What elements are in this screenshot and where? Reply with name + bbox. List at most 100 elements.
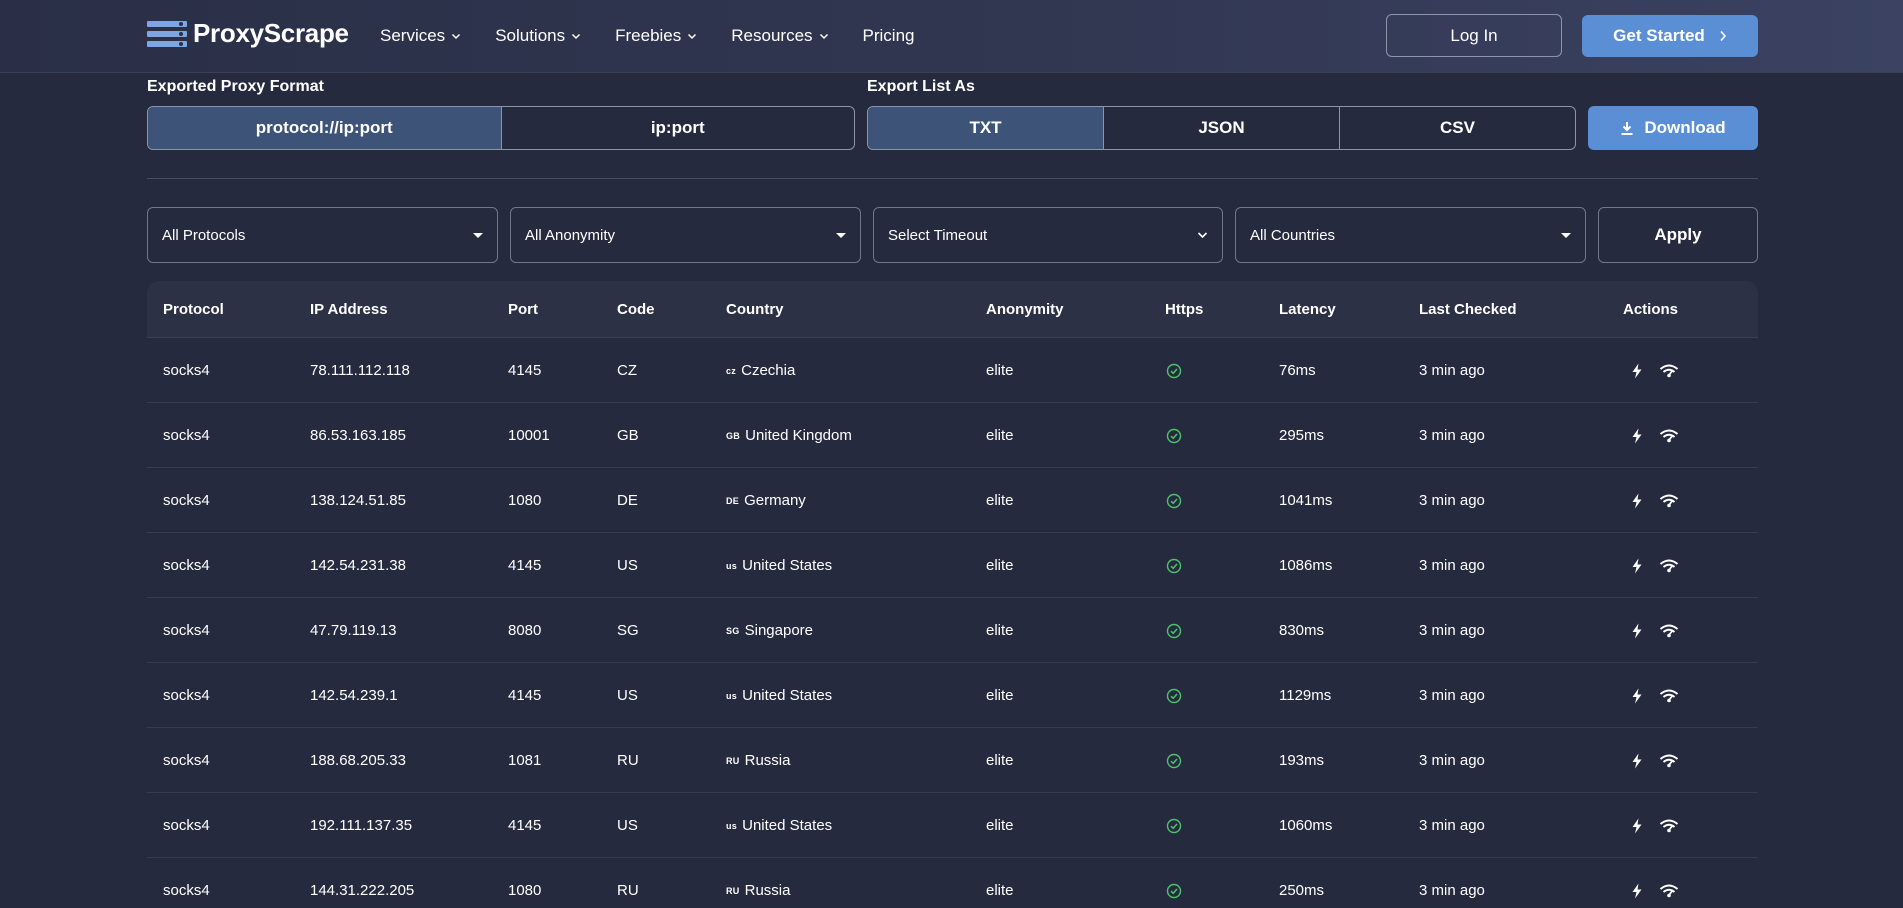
table-row[interactable]: socks4 192.111.137.35 4145 US us United Sta… — [147, 793, 1758, 858]
cell-code: SG — [617, 622, 639, 639]
col-country[interactable]: Country — [726, 281, 784, 338]
cell-protocol: socks4 — [163, 752, 210, 769]
country-name: United States — [742, 557, 833, 574]
table-row[interactable]: socks4 138.124.51.85 1080 DE DE Germany eli… — [147, 468, 1758, 533]
wifi-icon[interactable] — [1659, 689, 1679, 703]
timeout-select[interactable]: Select Timeout — [873, 207, 1223, 263]
cell-https — [1166, 338, 1182, 403]
country-select[interactable]: All Countries — [1235, 207, 1586, 263]
cell-ip: 142.54.239.1 — [310, 687, 398, 704]
apply-button[interactable]: Apply — [1598, 207, 1758, 263]
col-port[interactable]: Port — [508, 281, 538, 338]
flag-code: us — [726, 690, 738, 701]
table-row[interactable]: socks4 144.31.222.205 1080 RU RU Russia eli… — [147, 858, 1758, 908]
wifi-icon[interactable] — [1659, 559, 1679, 573]
format-protocol-ip-port[interactable]: protocol://ip:port — [148, 107, 502, 149]
table-row[interactable]: socks4 142.54.231.38 4145 US us United Stat… — [147, 533, 1758, 598]
col-https[interactable]: Https — [1165, 281, 1203, 338]
bolt-icon[interactable] — [1631, 623, 1643, 639]
cell-last-checked: 3 min ago — [1419, 752, 1485, 769]
cell-latency: 193ms — [1279, 752, 1325, 769]
col-last-checked[interactable]: Last Checked — [1419, 281, 1517, 338]
export-csv-button[interactable]: CSV — [1340, 107, 1575, 149]
protocol-select[interactable]: All Protocols — [147, 207, 498, 263]
chevron-down-icon — [819, 33, 828, 40]
table-header: Protocol IP Address Port Code Country An… — [147, 281, 1758, 338]
wifi-icon[interactable] — [1659, 819, 1679, 833]
wifi-icon[interactable] — [1659, 429, 1679, 443]
country-name: Russia — [744, 752, 791, 769]
wifi-icon[interactable] — [1659, 494, 1679, 508]
nav-item-solutions[interactable]: Solutions — [495, 26, 581, 46]
export-txt-button[interactable]: TXT — [868, 107, 1104, 149]
bolt-icon[interactable] — [1631, 753, 1643, 769]
cell-port: 4145 — [508, 687, 542, 704]
export-list-label: Export List As — [867, 78, 975, 95]
cell-last-checked: 3 min ago — [1419, 882, 1485, 899]
cell-actions — [1631, 793, 1679, 858]
wifi-icon[interactable] — [1659, 364, 1679, 378]
cell-ip: 142.54.231.38 — [310, 557, 406, 574]
cell-ip: 144.31.222.205 — [310, 882, 415, 899]
cell-anonymity: elite — [986, 622, 1014, 639]
cell-actions — [1631, 533, 1679, 598]
table-row[interactable]: socks4 47.79.119.13 8080 SG SG Singapore el… — [147, 598, 1758, 663]
cell-code: CZ — [617, 362, 637, 379]
cell-last-checked: 3 min ago — [1419, 687, 1485, 704]
cell-port: 10001 — [508, 427, 550, 444]
export-format-label: Exported Proxy Format — [147, 78, 324, 95]
cell-latency: 76ms — [1279, 362, 1316, 379]
nav-item-freebies[interactable]: Freebies — [615, 26, 697, 46]
bolt-icon[interactable] — [1631, 428, 1643, 444]
table-row[interactable]: socks4 78.111.112.118 4145 CZ cz Czechia el… — [147, 338, 1758, 403]
get-started-button[interactable]: Get Started — [1582, 15, 1758, 57]
download-button[interactable]: Download — [1588, 106, 1758, 150]
check-circle-icon — [1166, 428, 1182, 443]
bolt-icon[interactable] — [1631, 883, 1643, 899]
format-ip-port[interactable]: ip:port — [502, 107, 855, 149]
cell-https — [1166, 533, 1182, 598]
table-row[interactable]: socks4 188.68.205.33 1081 RU RU Russia elit… — [147, 728, 1758, 793]
cell-protocol: socks4 — [163, 622, 210, 639]
cell-country: DE Germany — [726, 468, 806, 533]
nav-item-services[interactable]: Services — [380, 26, 461, 46]
wifi-icon[interactable] — [1659, 754, 1679, 768]
brand-logo[interactable]: ProxyScrape — [147, 18, 349, 49]
export-json-button[interactable]: JSON — [1104, 107, 1340, 149]
cell-ip: 47.79.119.13 — [310, 622, 397, 639]
col-latency[interactable]: Latency — [1279, 281, 1336, 338]
col-actions: Actions — [1623, 301, 1679, 318]
wifi-icon[interactable] — [1659, 624, 1679, 638]
nav-item-resources[interactable]: Resources — [731, 26, 828, 46]
chevron-right-icon — [1720, 30, 1726, 42]
brand-name: ProxyScrape — [193, 18, 349, 48]
table-row[interactable]: socks4 142.54.239.1 4145 US us United State… — [147, 663, 1758, 728]
cell-anonymity: elite — [986, 817, 1014, 834]
cell-protocol: socks4 — [163, 427, 210, 444]
bolt-icon[interactable] — [1631, 558, 1643, 574]
cell-ip: 78.111.112.118 — [310, 362, 410, 379]
wifi-icon[interactable] — [1659, 884, 1679, 898]
col-code[interactable]: Code — [617, 281, 655, 338]
nav-item-pricing[interactable]: Pricing — [863, 26, 915, 46]
col-protocol[interactable]: Protocol — [163, 281, 224, 338]
cell-country: RU Russia — [726, 858, 790, 908]
cell-code: GB — [617, 427, 639, 444]
nav-label: Resources — [731, 26, 813, 45]
login-button[interactable]: Log In — [1386, 14, 1562, 57]
cell-latency: 1129ms — [1279, 687, 1332, 704]
cell-code: DE — [617, 492, 638, 509]
anonymity-select[interactable]: All Anonymity — [510, 207, 861, 263]
col-ip[interactable]: IP Address — [310, 281, 388, 338]
flag-code: GB — [726, 430, 741, 441]
col-anonymity[interactable]: Anonymity — [986, 281, 1064, 338]
cell-last-checked: 3 min ago — [1419, 362, 1485, 379]
bolt-icon[interactable] — [1631, 688, 1643, 704]
check-circle-icon — [1166, 753, 1182, 768]
cell-last-checked: 3 min ago — [1419, 427, 1485, 444]
bolt-icon[interactable] — [1631, 363, 1643, 379]
bolt-icon[interactable] — [1631, 818, 1643, 834]
bolt-icon[interactable] — [1631, 493, 1643, 509]
country-name: United Kingdom — [745, 427, 852, 444]
table-row[interactable]: socks4 86.53.163.185 10001 GB GB United Kin… — [147, 403, 1758, 468]
